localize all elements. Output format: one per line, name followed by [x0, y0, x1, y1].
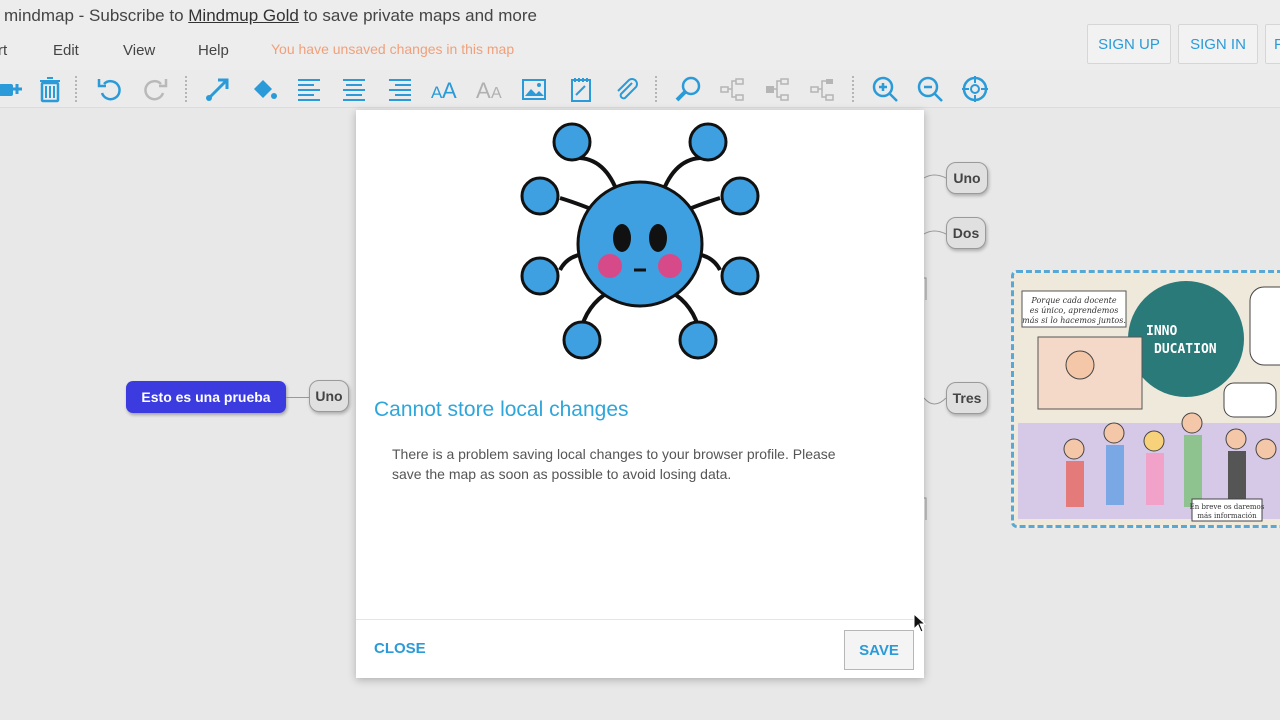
- toggle-icon[interactable]: [806, 72, 840, 106]
- title-prefix: mindmap - Subscribe to: [4, 6, 189, 25]
- collapse-icon[interactable]: [716, 72, 750, 106]
- cannot-store-dialog: Cannot store local changes There is a pr…: [356, 110, 924, 678]
- unsaved-changes-notice: You have unsaved changes in this map: [271, 41, 515, 57]
- window-title: mindmap - Subscribe to Mindmup Gold to s…: [4, 6, 537, 26]
- menu-export[interactable]: rt: [0, 42, 7, 59]
- node-image-card[interactable]: Porque cada docente es único, aprendemos…: [1011, 270, 1280, 528]
- svg-text:A: A: [476, 78, 491, 103]
- align-right-icon[interactable]: [383, 72, 417, 106]
- dialog-message: There is a problem saving local changes …: [392, 446, 836, 482]
- menu-help[interactable]: Help: [198, 42, 229, 59]
- app-header: mindmap - Subscribe to Mindmup Gold to s…: [0, 0, 1280, 70]
- sign-up-button[interactable]: SIGN UP: [1087, 24, 1171, 64]
- dialog-title: Cannot store local changes: [374, 398, 629, 421]
- mindmup-gold-link[interactable]: Mindmup Gold: [188, 6, 299, 25]
- title-suffix: to save private maps and more: [298, 6, 537, 25]
- close-button[interactable]: CLOSE: [374, 640, 426, 657]
- svg-text:Porque cada docente: Porque cada docente: [1030, 296, 1116, 305]
- font-decrease-icon[interactable]: AA: [473, 72, 507, 106]
- menu-view[interactable]: View: [123, 42, 155, 59]
- fill-color-icon[interactable]: [247, 72, 281, 106]
- svg-text:A: A: [491, 85, 502, 102]
- svg-text:En breve os daremos: En breve os daremos: [1190, 503, 1265, 511]
- search-icon[interactable]: [671, 72, 705, 106]
- svg-text:DUCATION: DUCATION: [1154, 342, 1217, 357]
- notes-icon[interactable]: [564, 72, 598, 106]
- svg-text:INNO: INNO: [1146, 324, 1177, 339]
- node-uno-right[interactable]: Uno: [946, 162, 988, 194]
- right-connectors: [922, 174, 947, 520]
- insert-image-icon[interactable]: [517, 72, 551, 106]
- partial-button[interactable]: F: [1265, 24, 1280, 64]
- svg-text:A: A: [442, 78, 457, 103]
- reset-zoom-icon[interactable]: [958, 72, 992, 106]
- add-node-icon[interactable]: [0, 72, 28, 106]
- sign-in-button[interactable]: SIGN IN: [1178, 24, 1258, 64]
- menu-edit[interactable]: Edit: [53, 42, 79, 59]
- innoducation-poster-image: Porque cada docente es único, aprendemos…: [1014, 273, 1280, 525]
- save-button[interactable]: SAVE: [844, 630, 914, 670]
- expand-icon[interactable]: [761, 72, 795, 106]
- node-uno-left[interactable]: Uno: [309, 380, 349, 412]
- connector-line: [286, 397, 310, 398]
- mindmup-mascot-icon: [520, 122, 760, 360]
- node-tres[interactable]: Tres: [946, 382, 988, 414]
- zoom-in-icon[interactable]: [868, 72, 902, 106]
- dialog-footer: CLOSE SAVE: [356, 619, 924, 678]
- svg-text:más si lo hacemos juntos.: más si lo hacemos juntos.: [1022, 316, 1126, 325]
- node-dos[interactable]: Dos: [946, 217, 986, 249]
- mouse-cursor-icon: [913, 613, 927, 633]
- font-increase-icon[interactable]: AA: [428, 72, 462, 106]
- align-left-icon[interactable]: [292, 72, 326, 106]
- undo-icon[interactable]: [93, 72, 127, 106]
- connect-icon[interactable]: [201, 72, 235, 106]
- delete-icon[interactable]: [33, 72, 67, 106]
- svg-text:más información: más información: [1197, 512, 1257, 520]
- attachment-icon[interactable]: [609, 72, 643, 106]
- toolbar: AA AA: [0, 70, 1280, 108]
- root-node[interactable]: Esto es una prueba: [126, 381, 286, 413]
- zoom-out-icon[interactable]: [913, 72, 947, 106]
- svg-text:es único, aprendemos: es único, aprendemos: [1030, 306, 1119, 315]
- align-center-icon[interactable]: [337, 72, 371, 106]
- redo-icon[interactable]: [138, 72, 172, 106]
